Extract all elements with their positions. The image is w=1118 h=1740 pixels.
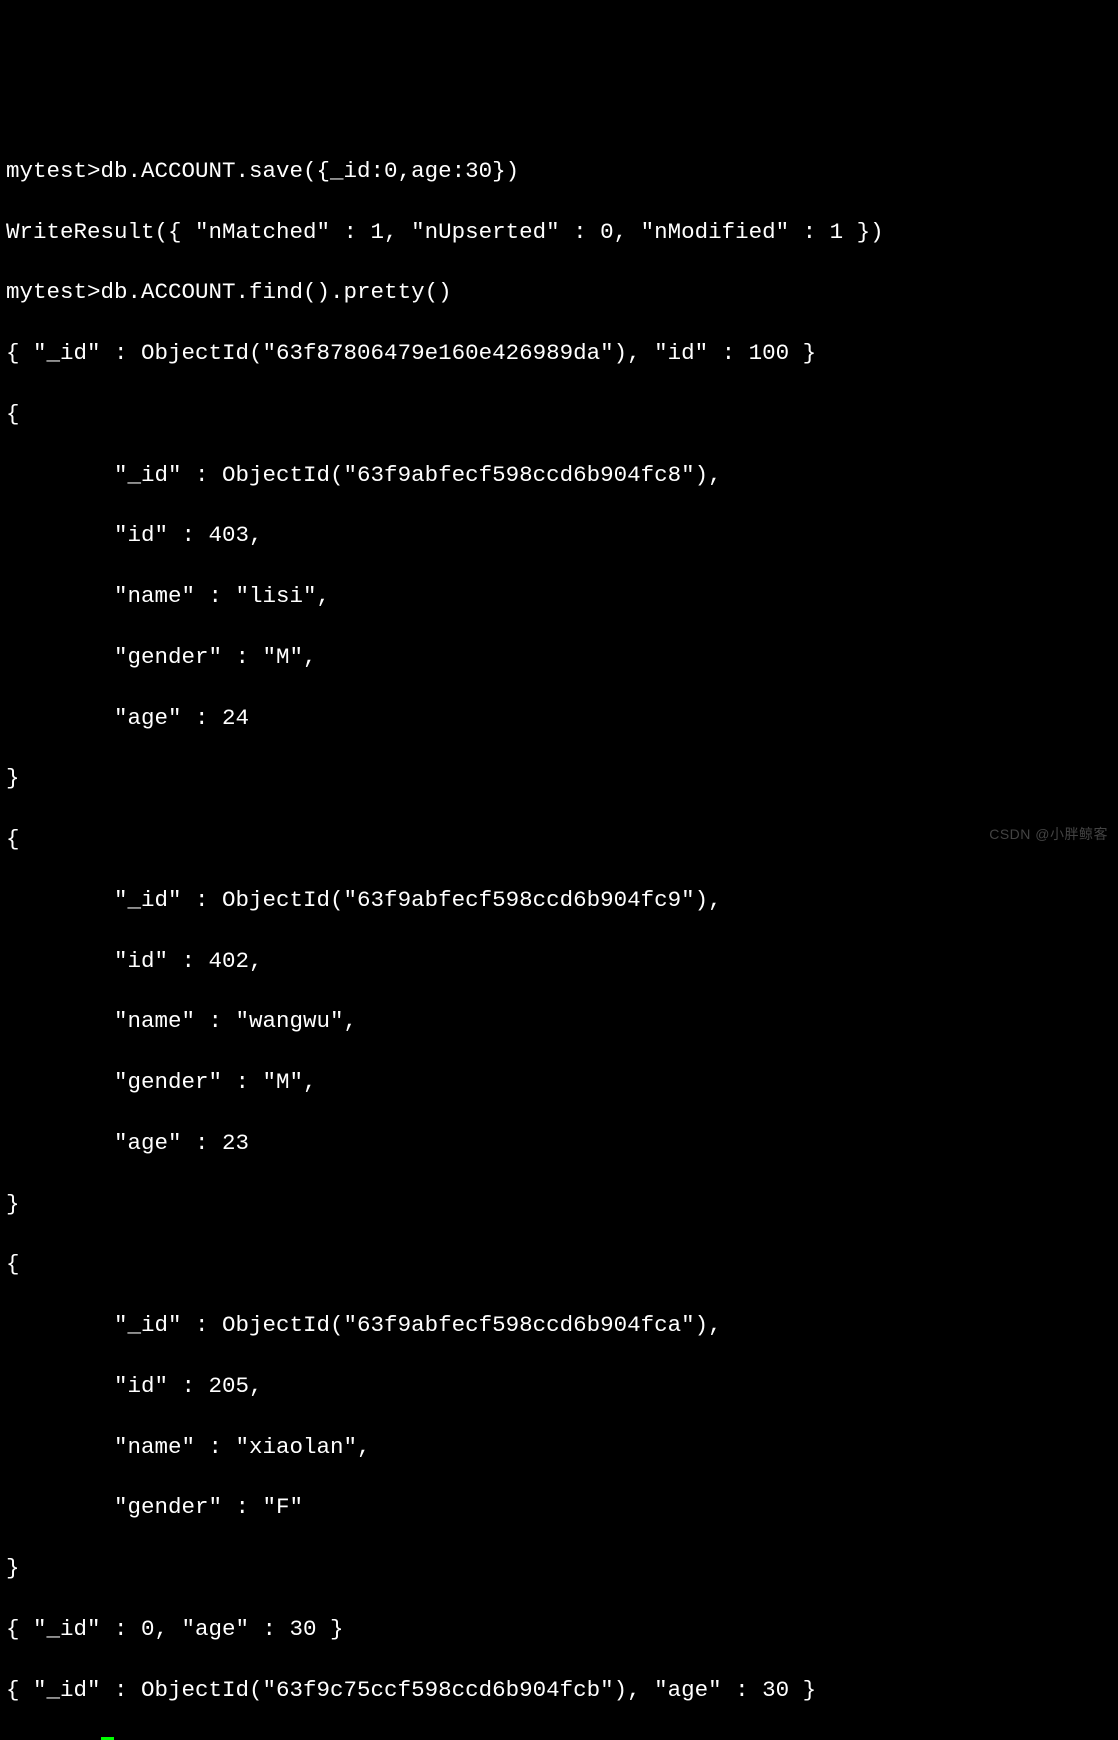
output-line: "id" : 402,	[6, 946, 1112, 976]
output-line: "name" : "xiaolan",	[6, 1432, 1112, 1462]
output-line: }	[6, 1189, 1112, 1219]
output-line: "_id" : ObjectId("63f9abfecf598ccd6b904f…	[6, 1310, 1112, 1340]
terminal-output[interactable]: mytest>db.ACCOUNT.save({_id:0,age:30}) W…	[6, 126, 1112, 1740]
output-line: {	[6, 1249, 1112, 1279]
output-line: "name" : "lisi",	[6, 581, 1112, 611]
cursor-icon	[101, 1737, 114, 1740]
output-line: "gender" : "F"	[6, 1492, 1112, 1522]
output-line: { "_id" : 0, "age" : 30 }	[6, 1614, 1112, 1644]
output-line: WriteResult({ "nMatched" : 1, "nUpserted…	[6, 217, 1112, 247]
command-line: mytest>db.ACCOUNT.save({_id:0,age:30})	[6, 156, 1112, 186]
prompt-line[interactable]: mytest>	[6, 1737, 114, 1740]
command-line: mytest>db.ACCOUNT.find().pretty()	[6, 277, 1112, 307]
output-line: { "_id" : ObjectId("63f9c75ccf598ccd6b90…	[6, 1675, 1112, 1705]
output-line: "id" : 205,	[6, 1371, 1112, 1401]
output-line: "_id" : ObjectId("63f9abfecf598ccd6b904f…	[6, 460, 1112, 490]
output-line: "age" : 23	[6, 1128, 1112, 1158]
output-line: }	[6, 763, 1112, 793]
output-line: { "_id" : ObjectId("63f87806479e160e4269…	[6, 338, 1112, 368]
watermark-text: CSDN @小胖鲸客	[989, 825, 1108, 844]
output-line: "id" : 403,	[6, 520, 1112, 550]
output-line: {	[6, 824, 1112, 854]
output-line: "gender" : "M",	[6, 642, 1112, 672]
output-line: "name" : "wangwu",	[6, 1006, 1112, 1036]
output-line: "_id" : ObjectId("63f9abfecf598ccd6b904f…	[6, 885, 1112, 915]
output-line: }	[6, 1553, 1112, 1583]
output-line: {	[6, 399, 1112, 429]
prompt-text: mytest>	[6, 1737, 101, 1740]
output-line: "gender" : "M",	[6, 1067, 1112, 1097]
output-line: "age" : 24	[6, 703, 1112, 733]
